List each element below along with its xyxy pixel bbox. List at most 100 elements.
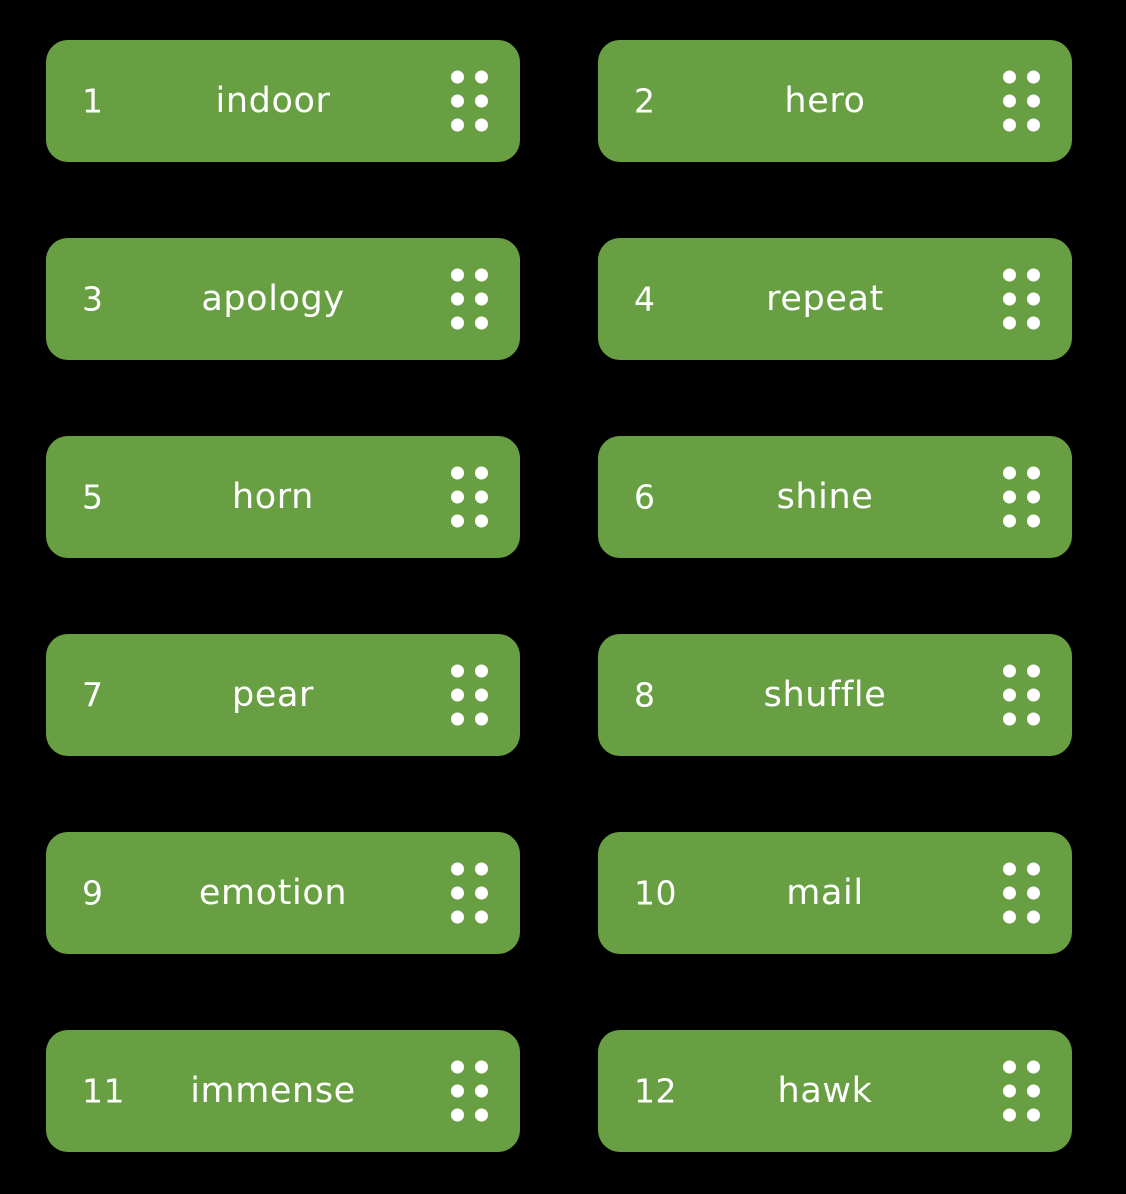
card-word-label: emotion	[198, 875, 348, 911]
drag-handle-dot	[451, 292, 464, 306]
drag-handle-dot	[451, 316, 464, 330]
card-word-label: repeat	[766, 281, 884, 317]
drag-handle-dot	[451, 862, 464, 876]
card-index-label: 1	[82, 81, 104, 121]
word-card[interactable]: 9 emotion	[46, 832, 520, 954]
drag-handle-dot	[475, 1108, 488, 1122]
drag-handle-icon[interactable]	[1003, 862, 1040, 924]
drag-handle-dot	[1027, 664, 1040, 678]
word-card[interactable]: 5 horn	[46, 436, 520, 558]
drag-handle-icon[interactable]	[1003, 70, 1040, 132]
drag-handle-dot	[1027, 712, 1040, 726]
drag-handle-dot	[475, 94, 488, 108]
drag-handle-icon[interactable]	[1003, 1060, 1040, 1122]
drag-handle-dot	[1027, 862, 1040, 876]
drag-handle-dot	[1003, 292, 1016, 306]
drag-handle-dot	[475, 514, 488, 528]
drag-handle-dot	[451, 712, 464, 726]
drag-handle-dot	[1003, 712, 1016, 726]
drag-handle-dot	[475, 316, 488, 330]
drag-handle-dot	[1003, 664, 1016, 678]
drag-handle-dot	[451, 664, 464, 678]
card-word-label: indoor	[215, 83, 331, 119]
drag-handle-dot	[1027, 94, 1040, 108]
drag-handle-dot	[1027, 316, 1040, 330]
word-card[interactable]: 6 shine	[598, 436, 1072, 558]
drag-handle-icon[interactable]	[451, 70, 488, 132]
drag-handle-dot	[1003, 1060, 1016, 1074]
card-index-label: 3	[82, 279, 104, 319]
drag-handle-icon[interactable]	[451, 268, 488, 330]
drag-handle-dot	[475, 688, 488, 702]
drag-handle-dot	[451, 94, 464, 108]
drag-handle-dot	[451, 514, 464, 528]
drag-handle-icon[interactable]	[1003, 664, 1040, 726]
drag-handle-dot	[1027, 886, 1040, 900]
drag-handle-dot	[475, 712, 488, 726]
card-word-label: apology	[201, 281, 345, 317]
word-card[interactable]: 2 hero	[598, 40, 1072, 162]
word-card[interactable]: 7 pear	[46, 634, 520, 756]
drag-handle-icon[interactable]	[451, 862, 488, 924]
drag-handle-dot	[1027, 118, 1040, 132]
word-card[interactable]: 12 hawk	[598, 1030, 1072, 1152]
drag-handle-dot	[475, 268, 488, 282]
drag-handle-dot	[475, 886, 488, 900]
card-index-label: 9	[82, 873, 104, 913]
word-card[interactable]: 10 mail	[598, 832, 1072, 954]
card-index-label: 6	[634, 477, 656, 517]
drag-handle-dot	[1027, 1108, 1040, 1122]
drag-handle-dot	[475, 118, 488, 132]
drag-handle-dot	[451, 466, 464, 480]
card-index-label: 7	[82, 675, 104, 715]
drag-handle-icon[interactable]	[1003, 466, 1040, 528]
word-card[interactable]: 4 repeat	[598, 238, 1072, 360]
drag-handle-icon[interactable]	[451, 466, 488, 528]
word-card[interactable]: 11 immense	[46, 1030, 520, 1152]
drag-handle-dot	[1003, 316, 1016, 330]
word-card[interactable]: 3 apology	[46, 238, 520, 360]
drag-handle-dot	[451, 688, 464, 702]
drag-handle-dot	[451, 1084, 464, 1098]
drag-handle-dot	[1003, 688, 1016, 702]
word-card-grid: 1 indoor 2 hero 3 apology 4 repeat 5 hor…	[0, 0, 1126, 1194]
drag-handle-dot	[451, 1060, 464, 1074]
card-index-label: 12	[634, 1071, 677, 1111]
drag-handle-dot	[475, 490, 488, 504]
drag-handle-dot	[475, 862, 488, 876]
card-word-label: pear	[232, 677, 314, 713]
card-index-label: 8	[634, 675, 656, 715]
card-index-label: 2	[634, 81, 656, 121]
drag-handle-dot	[475, 664, 488, 678]
drag-handle-dot	[1003, 70, 1016, 84]
drag-handle-icon[interactable]	[1003, 268, 1040, 330]
drag-handle-dot	[1003, 1084, 1016, 1098]
drag-handle-dot	[475, 1060, 488, 1074]
drag-handle-dot	[451, 70, 464, 84]
drag-handle-dot	[451, 490, 464, 504]
drag-handle-dot	[1027, 292, 1040, 306]
drag-handle-dot	[1027, 1084, 1040, 1098]
drag-handle-dot	[1003, 910, 1016, 924]
drag-handle-icon[interactable]	[451, 1060, 488, 1122]
drag-handle-dot	[451, 910, 464, 924]
word-card[interactable]: 1 indoor	[46, 40, 520, 162]
drag-handle-dot	[1027, 514, 1040, 528]
drag-handle-icon[interactable]	[451, 664, 488, 726]
drag-handle-dot	[1003, 94, 1016, 108]
drag-handle-dot	[1003, 886, 1016, 900]
drag-handle-dot	[1027, 490, 1040, 504]
drag-handle-dot	[1027, 688, 1040, 702]
drag-handle-dot	[1027, 268, 1040, 282]
drag-handle-dot	[475, 910, 488, 924]
card-word-label: shine	[776, 479, 874, 515]
drag-handle-dot	[1003, 268, 1016, 282]
drag-handle-dot	[475, 70, 488, 84]
drag-handle-dot	[1003, 1108, 1016, 1122]
drag-handle-dot	[1027, 70, 1040, 84]
word-card[interactable]: 8 shuffle	[598, 634, 1072, 756]
drag-handle-dot	[1003, 118, 1016, 132]
drag-handle-dot	[1027, 1060, 1040, 1074]
drag-handle-dot	[1003, 514, 1016, 528]
drag-handle-dot	[1003, 490, 1016, 504]
